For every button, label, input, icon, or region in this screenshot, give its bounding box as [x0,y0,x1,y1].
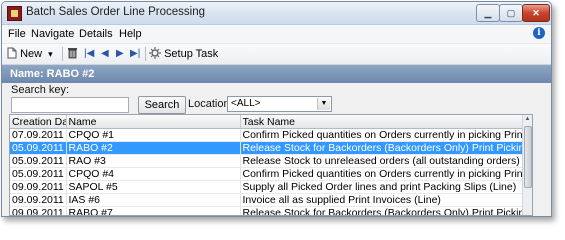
search-key-label: Search key: [11,84,70,96]
cell-name: RABO #7 [66,206,241,215]
toolbar-separator [62,47,63,61]
table-header-row: Creation Date Name Task Name [10,115,523,129]
column-header-task-name[interactable]: Task Name [240,115,523,129]
table-row[interactable]: 07.09.2011 CPQO #1 Confirm Picked quanti… [10,128,523,142]
new-button[interactable]: New ▾ [7,46,53,62]
menu-file[interactable]: File [8,28,26,40]
cell-creation-date: 05.09.2011 [10,167,67,181]
cell-creation-date: 09.09.2011 [10,206,67,215]
cell-creation-date: 07.09.2011 [10,128,67,142]
scrollbar-thumb[interactable] [524,126,532,188]
tasks-grid[interactable]: Creation Date Name Task Name 07.09.2011 … [9,114,533,216]
cell-task-name: Invoice all as supplied Print Invoices (… [240,193,523,207]
location-label: Location: [188,98,233,110]
menu-navigate[interactable]: Navigate [31,28,74,40]
menu-help[interactable]: Help [119,28,142,40]
setup-task-button[interactable]: Setup Task [149,46,218,62]
last-record-icon[interactable]: ▶| [130,46,140,62]
cell-name: CPQO #4 [66,167,241,181]
search-input[interactable] [11,97,129,113]
next-record-icon[interactable]: ▶ [116,46,124,62]
column-header-creation-date[interactable]: Creation Date [10,115,67,129]
record-name-bar: Name: RABO #2 [2,65,551,83]
search-panel: Search key: Search Location: <ALL> ▼ [2,83,551,114]
toolbar-separator [145,47,146,61]
cell-task-name: Supply all Picked Order lines and print … [240,180,523,194]
cell-task-name: Release Stock for Backorders (Backorders… [240,141,523,155]
previous-record-icon[interactable]: ◀ [101,46,109,62]
table-row[interactable]: 09.09.2011 IAS #6 Invoice all as supplie… [10,193,523,207]
menu-bar: File Navigate Details Help i [2,25,551,44]
table-row[interactable]: 05.09.2011 CPQO #4 Confirm Picked quanti… [10,167,523,181]
minimize-button[interactable]: ▁ [476,4,500,22]
setup-task-icon [149,47,161,59]
window-title: Batch Sales Order Line Processing [26,6,205,18]
table-row[interactable]: 09.09.2011 RABO #7 Release Stock for Bac… [10,206,523,215]
app-icon [7,6,22,21]
scroll-up-icon[interactable]: ▲ [523,115,532,124]
toolbar: New ▾ |◀ ◀ ▶ ▶| Setup Task [2,44,551,65]
location-select[interactable]: <ALL> ▼ [227,96,332,112]
cell-creation-date: 05.09.2011 [10,141,67,155]
cell-creation-date: 09.09.2011 [10,180,67,194]
delete-button[interactable] [67,46,78,62]
cell-name: RAO #3 [66,154,241,168]
cell-creation-date: 09.09.2011 [10,193,67,207]
new-button-label: New [20,48,43,60]
title-bar[interactable]: Batch Sales Order Line Processing ▁ ▢ ✕ [2,2,551,25]
info-icon[interactable]: i [533,27,545,39]
new-document-icon [7,47,17,59]
column-header-name[interactable]: Name [66,115,241,129]
first-record-icon[interactable]: |◀ [84,46,94,62]
close-button[interactable]: ✕ [522,4,550,22]
cell-name: CPQO #1 [66,128,241,142]
maximize-button[interactable]: ▢ [499,4,523,22]
chevron-down-icon[interactable]: ▼ [317,98,330,110]
table-row[interactable]: 05.09.2011 RAO #3 Release Stock to unrel… [10,154,523,168]
search-button[interactable]: Search [138,96,186,114]
setup-task-label: Setup Task [164,48,219,60]
cell-task-name: Confirm Picked quantities on Orders curr… [240,167,523,181]
cell-task-name: Release Stock to unreleased orders (all … [240,154,523,168]
chevron-down-icon[interactable]: ▾ [48,49,53,59]
location-value: <ALL> [231,98,261,109]
delete-icon [68,48,77,59]
cell-creation-date: 05.09.2011 [10,154,67,168]
menu-details[interactable]: Details [79,28,113,40]
cell-task-name: Release Stock for Backorders (Backorders… [240,206,523,215]
table-row[interactable]: 09.09.2011 SAPOL #5 Supply all Picked Or… [10,180,523,194]
cell-name: RABO #2 [66,141,241,155]
vertical-scrollbar[interactable]: ▲ [522,115,532,215]
cell-name: SAPOL #5 [66,180,241,194]
table-row-selected[interactable]: 05.09.2011 RABO #2 Release Stock for Bac… [10,141,523,155]
tasks-table: Creation Date Name Task Name 07.09.2011 … [10,115,523,215]
cell-task-name: Confirm Picked quantities on Orders curr… [240,128,523,142]
cell-name: IAS #6 [66,193,241,207]
